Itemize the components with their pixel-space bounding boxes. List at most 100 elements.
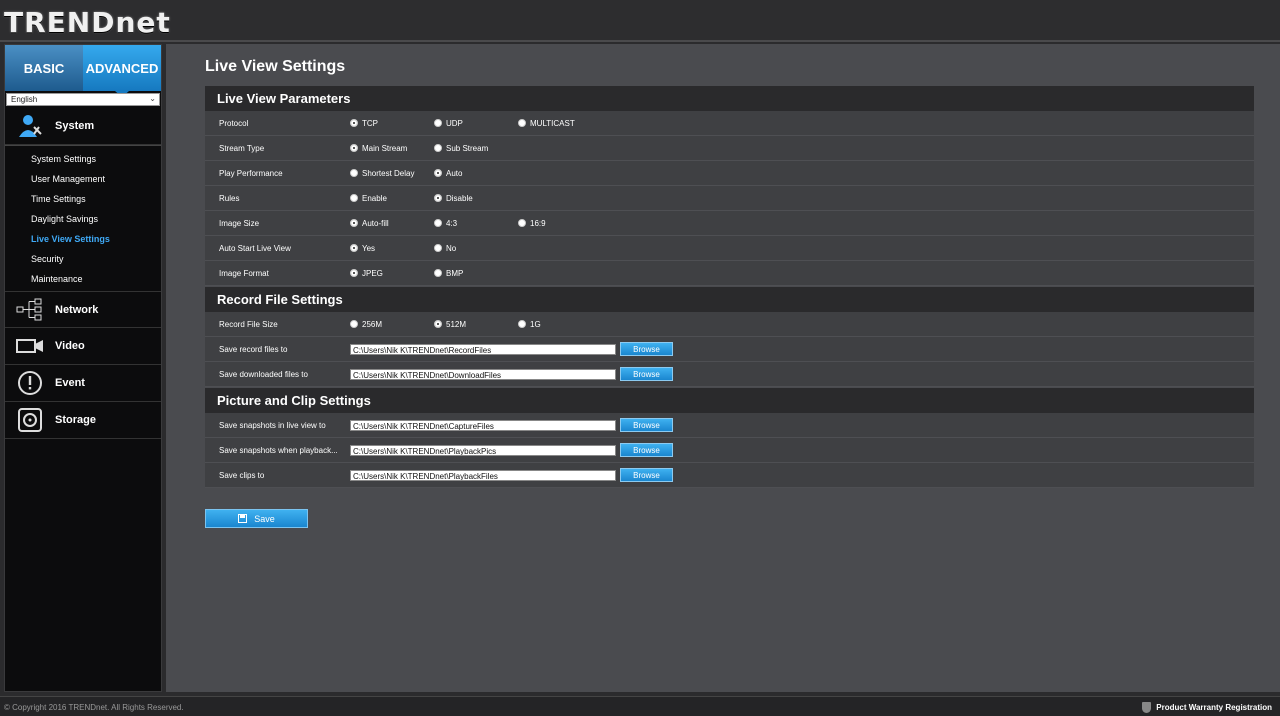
chevron-down-icon: ⌄	[149, 94, 156, 103]
nav-storage-label: Storage	[55, 414, 96, 426]
protocol-label: Protocol	[219, 118, 249, 128]
radio-selected-icon	[350, 244, 358, 252]
option-label: BMP	[446, 268, 464, 278]
protocol-multicast-radio[interactable]: MULTICAST	[518, 119, 575, 128]
format-bmp-radio[interactable]: BMP	[434, 269, 463, 278]
stream-type-row: Stream Type Main Stream Sub Stream	[205, 136, 1254, 161]
save-button[interactable]: Save	[205, 509, 308, 528]
rules-enable-radio[interactable]: Enable	[350, 194, 387, 203]
warranty-link[interactable]: Product Warranty Registration	[1142, 702, 1272, 713]
section-title-record: Record File Settings	[205, 287, 1254, 312]
option-label: Main Stream	[362, 143, 408, 153]
filesize-1g-radio[interactable]: 1G	[518, 320, 541, 329]
perf-shortest-delay-radio[interactable]: Shortest Delay	[350, 169, 414, 178]
save-download-row: Save downloaded files to C:\Users\Nik K\…	[205, 362, 1254, 387]
option-label: Shortest Delay	[362, 168, 415, 178]
option-label: Auto	[446, 168, 463, 178]
tab-advanced[interactable]: ADVANCED	[83, 45, 161, 97]
sidebar-item-maintenance[interactable]: Maintenance	[5, 269, 161, 289]
save-clips-label: Save clips to	[219, 470, 265, 480]
network-icon	[15, 296, 45, 324]
sidebar-item-daylight-savings[interactable]: Daylight Savings	[5, 209, 161, 229]
sidebar: BASIC ADVANCED English ⌄ System System S…	[4, 44, 162, 692]
size-auto-fill-radio[interactable]: Auto-fill	[350, 219, 389, 228]
browse-button[interactable]: Browse	[620, 468, 673, 482]
live-view-parameters-section: Live View Parameters Protocol TCP UDP MU…	[205, 86, 1254, 286]
radio-icon	[434, 219, 442, 227]
radio-selected-icon	[434, 194, 442, 202]
save-record-path-field[interactable]: C:\Users\Nik K\TRENDnet\RecordFiles	[350, 343, 616, 355]
snap-playback-label: Save snapshots when playback...	[219, 445, 338, 455]
record-file-size-row: Record File Size 256M 512M 1G	[205, 312, 1254, 337]
radio-icon	[518, 219, 526, 227]
top-header: TRENDnet	[0, 0, 1280, 42]
protocol-tcp-radio[interactable]: TCP	[350, 119, 378, 128]
record-file-settings-section: Record File Settings Record File Size 25…	[205, 287, 1254, 387]
image-size-label: Image Size	[219, 218, 260, 228]
save-record-label: Save record files to	[219, 344, 288, 354]
option-label: Sub Stream	[446, 143, 489, 153]
sidebar-item-user-management[interactable]: User Management	[5, 169, 161, 189]
footer: © Copyright 2016 TRENDnet. All Rights Re…	[0, 696, 1280, 716]
language-select[interactable]: English ⌄	[6, 93, 160, 106]
size-4-3-radio[interactable]: 4:3	[434, 219, 457, 228]
save-button-label: Save	[254, 513, 275, 524]
play-performance-label: Play Performance	[219, 168, 283, 178]
radio-icon	[518, 320, 526, 328]
radio-selected-icon	[350, 219, 358, 227]
nav-storage[interactable]: Storage	[5, 402, 161, 439]
snap-live-path-field[interactable]: C:\Users\Nik K\TRENDnet\CaptureFiles	[350, 419, 616, 431]
nav-system[interactable]: System	[5, 108, 161, 145]
snap-live-row: Save snapshots in live view to C:\Users\…	[205, 413, 1254, 438]
protocol-udp-radio[interactable]: UDP	[434, 119, 463, 128]
filesize-512m-radio[interactable]: 512M	[434, 320, 466, 329]
auto-start-yes-radio[interactable]: Yes	[350, 244, 375, 253]
shield-icon	[1142, 702, 1152, 713]
rules-disable-radio[interactable]: Disable	[434, 194, 473, 203]
rules-label: Rules	[219, 193, 240, 203]
sidebar-item-live-view-settings[interactable]: Live View Settings	[5, 229, 161, 249]
nav-network-label: Network	[55, 303, 99, 316]
nav-video[interactable]: Video	[5, 328, 161, 365]
radio-icon	[350, 194, 358, 202]
save-clips-path-field[interactable]: C:\Users\Nik K\TRENDnet\PlaybackFiles	[350, 469, 616, 481]
option-label: 16:9	[530, 218, 546, 228]
sidebar-item-security[interactable]: Security	[5, 249, 161, 269]
filesize-256m-radio[interactable]: 256M	[350, 320, 382, 329]
radio-icon	[518, 119, 526, 127]
sidebar-item-time-settings[interactable]: Time Settings	[5, 189, 161, 209]
snap-playback-path-field[interactable]: C:\Users\Nik K\TRENDnet\PlaybackPics	[350, 444, 616, 456]
tab-basic[interactable]: BASIC	[5, 45, 83, 91]
auto-start-no-radio[interactable]: No	[434, 244, 456, 253]
option-label: Auto-fill	[362, 218, 389, 228]
image-format-label: Image Format	[219, 268, 269, 278]
image-format-row: Image Format JPEG BMP	[205, 261, 1254, 286]
option-label: 256M	[362, 319, 383, 329]
nav-event[interactable]: Event	[5, 365, 161, 402]
stream-main-radio[interactable]: Main Stream	[350, 144, 407, 153]
browse-button[interactable]: Browse	[620, 418, 673, 432]
browse-button[interactable]: Browse	[620, 443, 673, 457]
option-label: 4:3	[446, 218, 458, 228]
browse-button[interactable]: Browse	[620, 342, 673, 356]
stream-sub-radio[interactable]: Sub Stream	[434, 144, 488, 153]
perf-auto-radio[interactable]: Auto	[434, 169, 462, 178]
save-disk-icon	[238, 514, 248, 523]
warranty-label: Product Warranty Registration	[1156, 703, 1272, 712]
radio-icon	[434, 244, 442, 252]
system-icon	[15, 112, 45, 140]
stream-type-label: Stream Type	[219, 143, 265, 153]
language-value: English	[11, 95, 38, 104]
save-download-path-field[interactable]: C:\Users\Nik K\TRENDnet\DownloadFiles	[350, 368, 616, 380]
sidebar-item-system-settings[interactable]: System Settings	[5, 149, 161, 169]
radio-icon	[434, 119, 442, 127]
browse-button[interactable]: Browse	[620, 367, 673, 381]
nav-network[interactable]: Network	[5, 291, 161, 328]
save-record-row: Save record files to C:\Users\Nik K\TREN…	[205, 337, 1254, 362]
format-jpeg-radio[interactable]: JPEG	[350, 269, 383, 278]
option-label: Enable	[362, 193, 387, 203]
section-title-picture: Picture and Clip Settings	[205, 388, 1254, 413]
main-content: Live View Settings Live View Parameters …	[166, 44, 1280, 692]
option-label: MULTICAST	[530, 118, 575, 128]
size-16-9-radio[interactable]: 16:9	[518, 219, 546, 228]
